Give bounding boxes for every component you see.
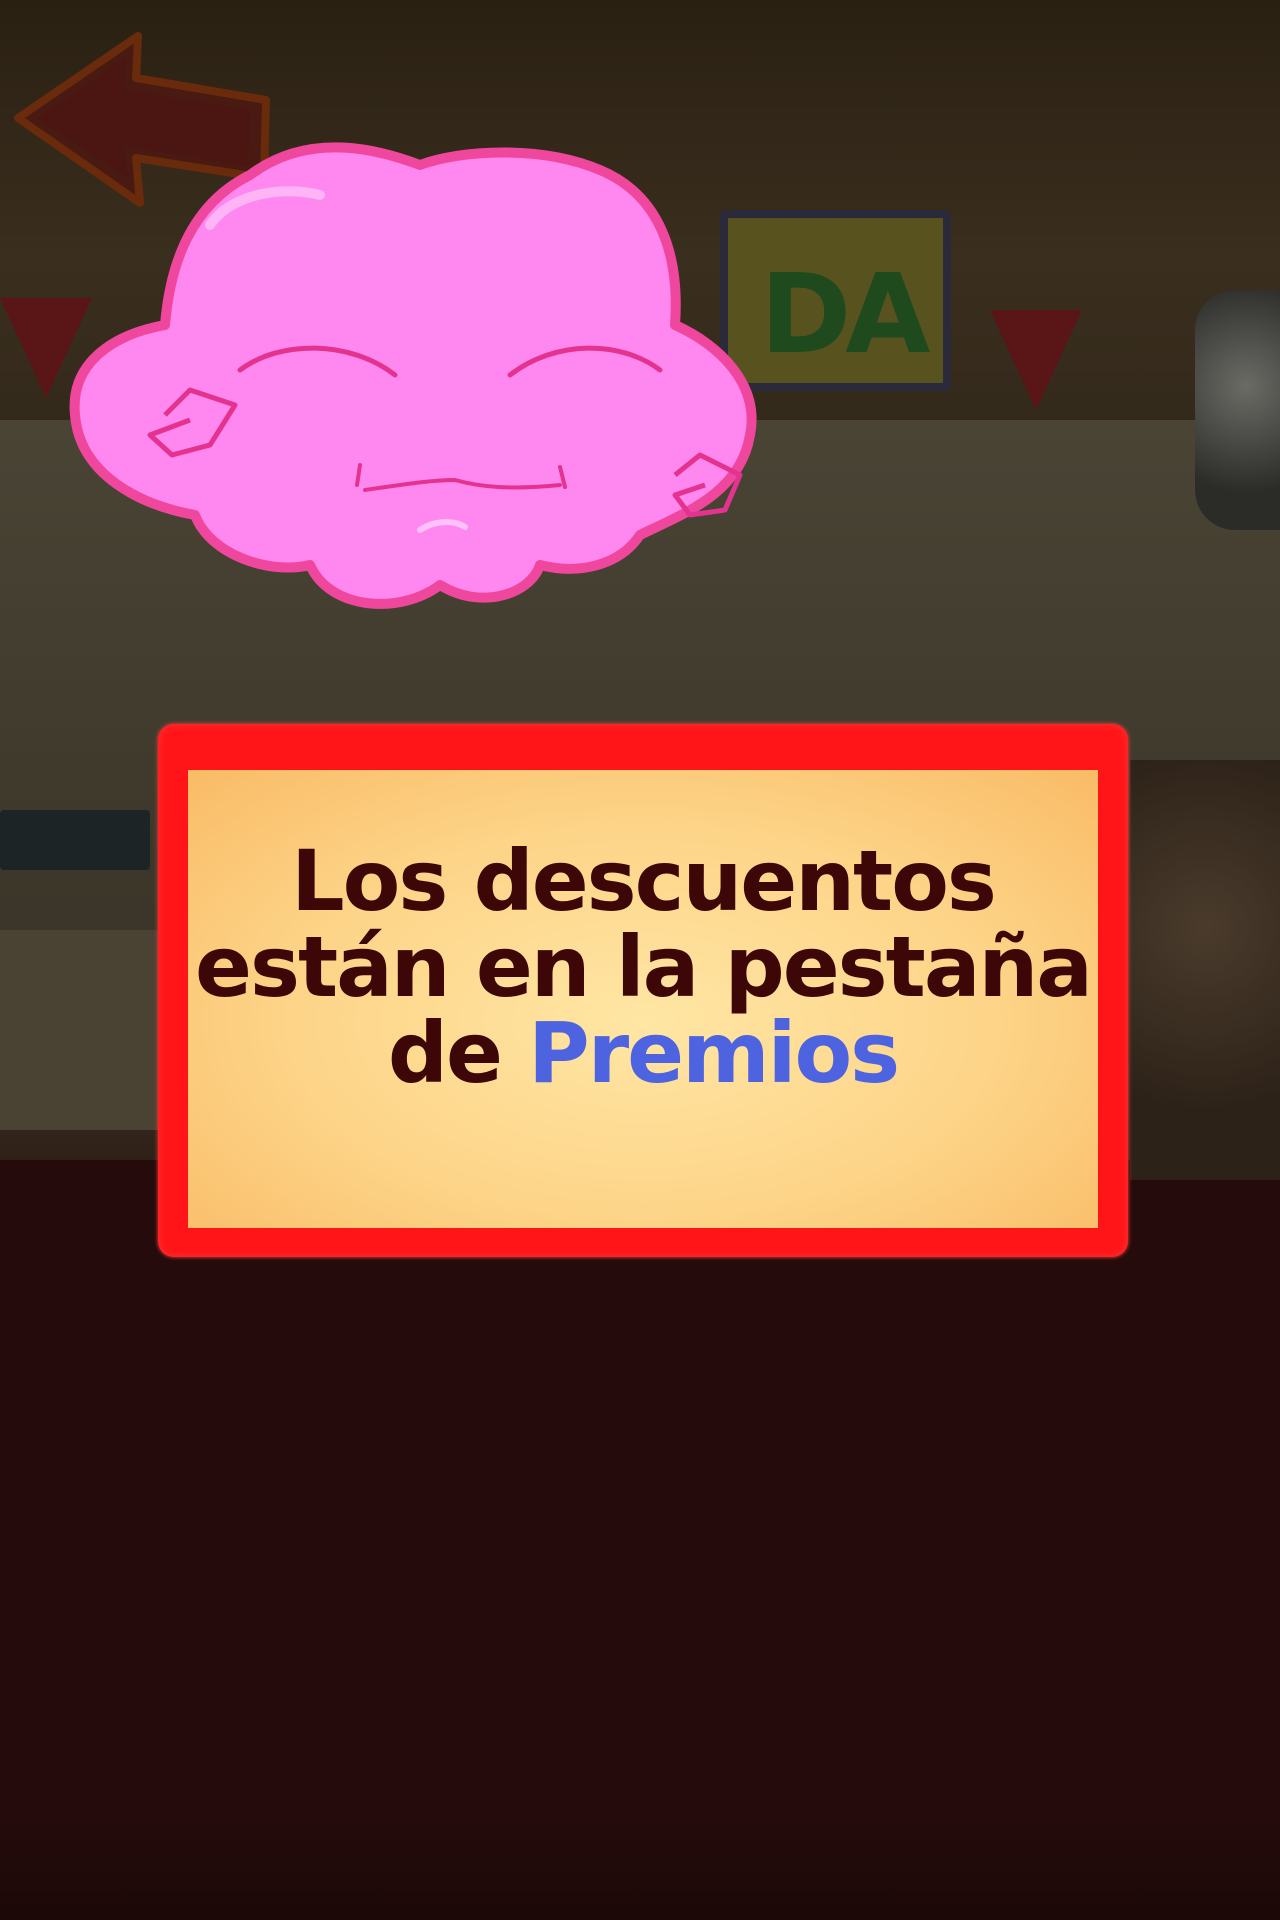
rewards-tab-highlight: Premios	[528, 1004, 900, 1102]
background-decor	[1130, 760, 1280, 1180]
message-text: Los descuentos están en la pestaña de Pr…	[188, 838, 1098, 1096]
background-floor-edge	[0, 1820, 1280, 1920]
background-counter	[0, 930, 160, 1130]
message-line-1: Los descuentos	[291, 832, 997, 930]
pink-blob-character	[69, 142, 757, 609]
background-machine	[0, 810, 150, 870]
message-line-2: están en la pestaña	[194, 918, 1093, 1016]
message-line-3: de Premios	[188, 1010, 1098, 1096]
pennant-flag	[990, 310, 1082, 410]
background-floor	[0, 1160, 1280, 1920]
background-robot	[1195, 290, 1280, 530]
message-line-3-prefix: de	[387, 1004, 503, 1102]
